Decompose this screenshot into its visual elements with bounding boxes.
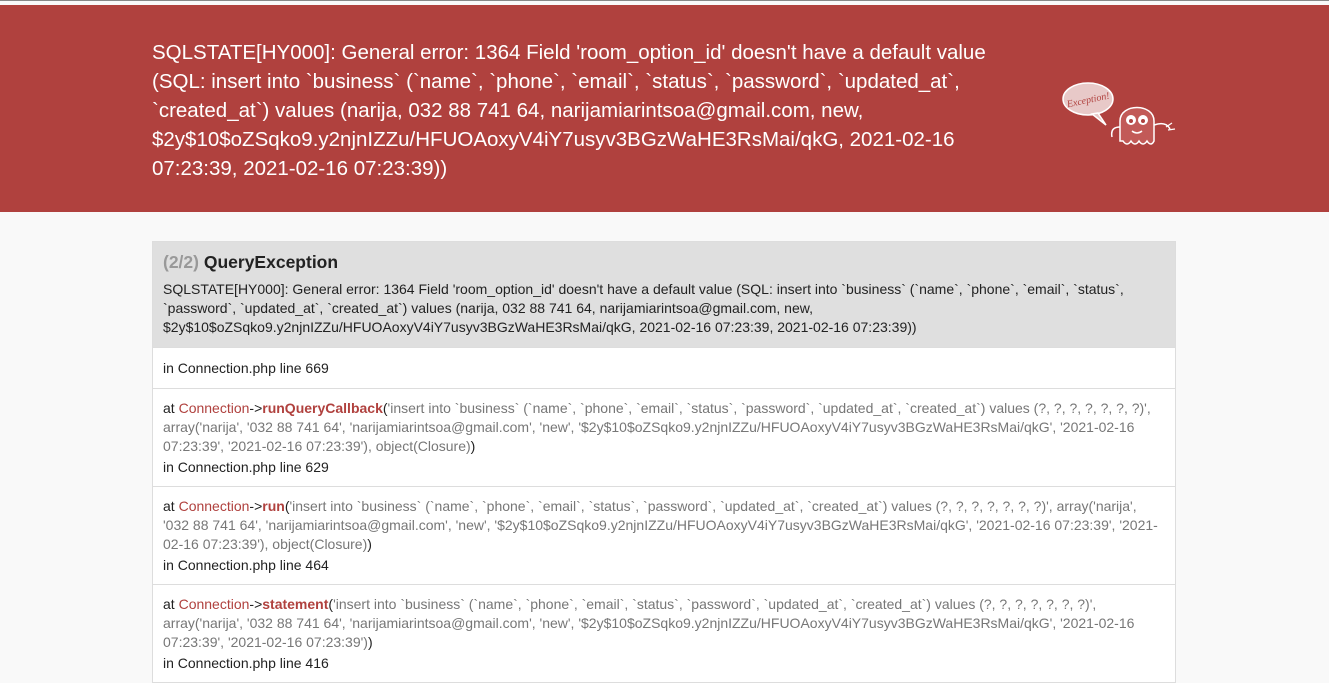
trace-function: run [262,498,285,514]
trace-arrow: -> [249,400,263,416]
exception-ghost-icon: Exception! [1062,82,1176,145]
exception-title: (2/2) QueryException [163,252,1165,273]
trace-arrow: -> [249,596,263,612]
trace-at: at [163,498,179,514]
exception-count: (2/2) [163,252,199,272]
trace-close-paren: ) [367,634,373,650]
trace-close-paren: ) [367,536,372,552]
trace-location: in Connection.php line 669 [163,360,329,376]
trace-arrow: -> [249,498,263,514]
trace-function: statement [262,596,329,612]
trace-class: Connection [178,498,250,514]
trace-at: at [163,596,179,612]
trace-item: at Connection->run('insert into `busines… [152,487,1176,585]
exception-block: (2/2) QueryException SQLSTATE[HY000]: Ge… [152,241,1176,348]
trace-at: at [163,400,179,416]
trace-function: runQueryCallback [262,400,383,416]
exception-content: (2/2) QueryException SQLSTATE[HY000]: Ge… [152,241,1176,683]
trace-item: in Connection.php line 669 [152,348,1176,389]
trace-close-paren: ) [470,438,476,454]
stack-trace: in Connection.php line 669 at Connection… [152,348,1176,683]
exception-message: SQLSTATE[HY000]: General error: 1364 Fie… [163,281,1124,335]
exception-class: QueryException [203,252,339,272]
exception-summary: SQLSTATE[HY000]: General error: 1364 Fie… [152,41,986,180]
trace-item: at Connection->statement('insert into `b… [152,585,1176,683]
trace-location: in Connection.php line 416 [163,655,329,671]
trace-location: in Connection.php line 464 [163,557,329,573]
trace-class: Connection [178,596,250,612]
trace-location: in Connection.php line 629 [163,459,329,475]
trace-class: Connection [178,400,250,416]
trace-args: 'insert into `business` (`name`, `phone`… [163,498,1158,552]
trace-item: at Connection->runQueryCallback('insert … [152,389,1176,487]
exception-header: SQLSTATE[HY000]: General error: 1364 Fie… [0,5,1329,212]
